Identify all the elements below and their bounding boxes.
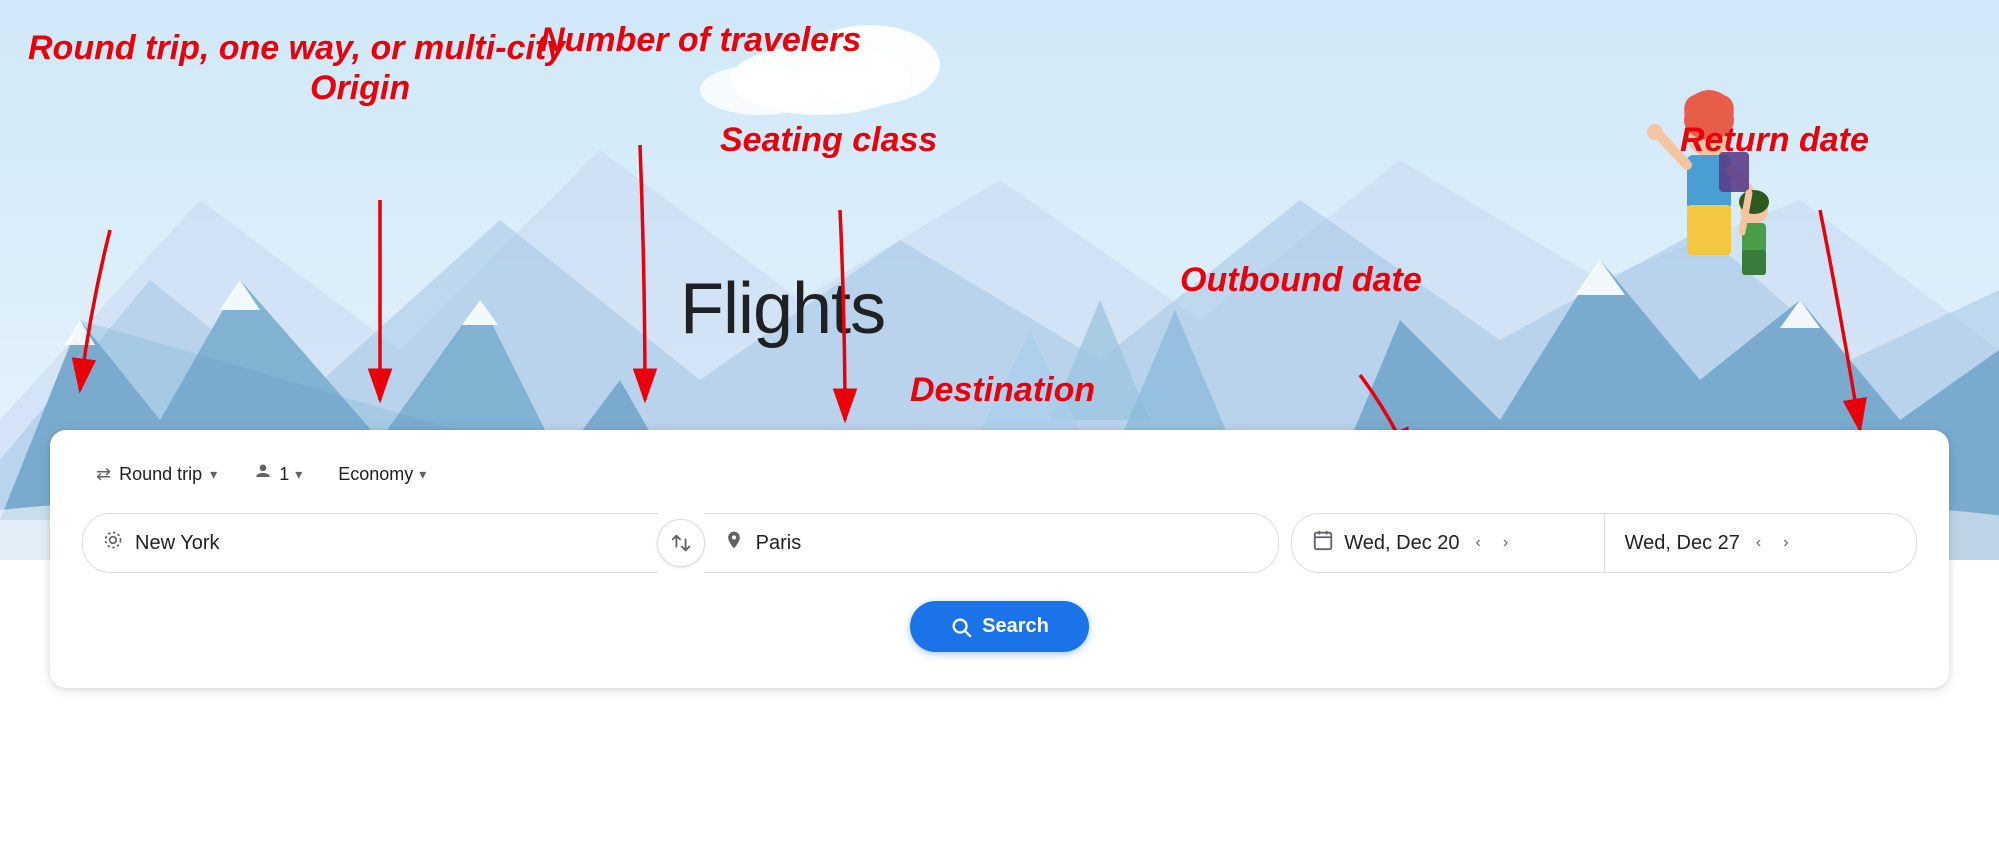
destination-field-container [704,513,1280,573]
next-icon: › [1503,534,1508,552]
outbound-date-field[interactable]: Wed, Dec 20 ‹ › [1292,514,1604,572]
return-date-field[interactable]: Wed, Dec 27 ‹ › [1605,514,1916,572]
search-fields-row: Wed, Dec 20 ‹ › Wed, Dec 27 ‹ › [82,513,1917,573]
travelers-chevron: ▾ [295,466,302,483]
outbound-prev-button[interactable]: ‹ [1470,530,1487,556]
seating-class-button[interactable]: Economy ▾ [324,456,440,493]
origin-icon [103,530,123,556]
origin-annotation: Origin [310,68,410,109]
prev-icon: ‹ [1476,534,1481,552]
return-next-button[interactable]: › [1777,530,1794,556]
search-options-row: ⇄ Round trip ▾ 1 ▾ Economy ▾ [82,454,1917,495]
round-trip-icon: ⇄ [96,464,111,485]
swap-button[interactable] [657,519,705,567]
destination-input[interactable] [756,532,1259,555]
travelers-annotation: Number of travelers [540,20,861,61]
return-annotation: Return date [1680,120,1869,161]
next-icon-2: › [1783,534,1788,552]
date-section: Wed, Dec 20 ‹ › Wed, Dec 27 ‹ › [1291,513,1917,573]
calendar-icon [1312,529,1334,557]
traveler-svg [1599,80,1799,300]
search-button-label: Search [982,615,1049,638]
search-icon [950,616,972,638]
page-title: Flights [680,268,885,350]
search-card: ⇄ Round trip ▾ 1 ▾ Economy ▾ [50,430,1949,688]
search-button-container: Search [82,601,1917,652]
travelers-button[interactable]: 1 ▾ [239,454,316,495]
outbound-next-button[interactable]: › [1497,530,1514,556]
destination-icon [724,530,744,556]
return-prev-button[interactable]: ‹ [1750,530,1767,556]
traveler-illustration [1599,80,1799,300]
search-button[interactable]: Search [910,601,1089,652]
origin-field-container [82,513,658,573]
origin-input[interactable] [135,532,638,555]
prev-icon-2: ‹ [1756,534,1761,552]
round-trip-annotation: Round trip, one way, or multi-city [28,28,565,69]
travelers-count: 1 [279,464,289,485]
return-date-text: Wed, Dec 27 [1625,532,1740,555]
class-chevron: ▾ [419,466,426,483]
seating-annotation: Seating class [720,120,937,161]
trip-type-button[interactable]: ⇄ Round trip ▾ [82,456,231,493]
seating-class-label: Economy [338,464,413,485]
traveler-icon [253,462,273,487]
outbound-annotation: Outbound date [1180,260,1422,301]
trip-type-chevron: ▾ [210,466,217,483]
trip-type-label: Round trip [119,464,202,485]
destination-annotation: Destination [910,370,1095,411]
outbound-date-text: Wed, Dec 20 [1344,532,1459,555]
